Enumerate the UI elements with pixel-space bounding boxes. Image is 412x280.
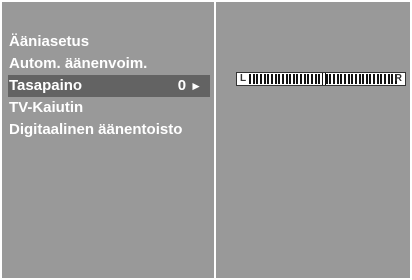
balance-tick — [380, 74, 383, 84]
balance-tick — [278, 74, 281, 84]
balance-tick — [285, 74, 288, 84]
balance-tick — [256, 74, 259, 84]
menu-list: Ääniasetus Autom. äänenvoim. Tasapaino 0… — [8, 31, 210, 141]
right-triangle-icon: ► — [190, 79, 202, 93]
menu-item-label: Tasapaino — [9, 77, 83, 94]
balance-tick — [362, 74, 365, 84]
balance-tick — [252, 74, 255, 84]
balance-tick — [318, 74, 321, 84]
balance-tick — [340, 74, 343, 84]
balance-tick — [332, 74, 335, 84]
balance-tick — [391, 74, 394, 84]
balance-tick — [270, 74, 273, 84]
balance-tick — [329, 74, 332, 84]
balance-tick — [296, 74, 299, 84]
balance-tick — [325, 74, 328, 84]
balance-tick — [292, 74, 295, 84]
balance-tick — [289, 74, 292, 84]
balance-tick — [336, 74, 339, 84]
balance-tick — [259, 74, 262, 84]
balance-tick — [387, 74, 390, 84]
balance-tick — [314, 74, 317, 84]
balance-tick — [303, 74, 306, 84]
balance-tick — [307, 74, 310, 84]
balance-tick — [373, 74, 376, 84]
panel-divider — [214, 2, 216, 278]
balance-tick — [347, 74, 350, 84]
balance-tick — [343, 74, 346, 84]
menu-item-label: TV-Kaiutin — [9, 99, 84, 116]
menu-item-tv-kaiutin[interactable]: TV-Kaiutin — [8, 97, 210, 119]
menu-item-label: Ääniasetus — [9, 33, 90, 50]
balance-tick — [376, 74, 379, 84]
balance-value: 0 — [177, 77, 187, 94]
menu-item-digitaalinen-aanentoisto[interactable]: Digitaalinen äänentoisto — [8, 119, 210, 141]
balance-left-label: L — [240, 73, 247, 84]
balance-tick — [249, 74, 251, 84]
balance-tick — [267, 74, 270, 84]
balance-tick — [384, 74, 387, 84]
osd-menu-panel: Ääniasetus Autom. äänenvoim. Tasapaino 0… — [0, 0, 412, 280]
menu-item-autom-aanenvoim[interactable]: Autom. äänenvoim. — [8, 53, 210, 75]
balance-tick — [369, 74, 372, 84]
balance-tick — [263, 74, 266, 84]
menu-item-tasapaino[interactable]: Tasapaino 0 ► — [8, 75, 210, 97]
balance-tick — [281, 74, 284, 84]
balance-tick — [358, 74, 361, 84]
balance-tick — [365, 74, 368, 84]
balance-tick — [274, 74, 277, 84]
menu-item-aaniasetus[interactable]: Ääniasetus — [8, 31, 210, 53]
balance-right-label: R — [394, 73, 402, 84]
balance-tick — [351, 74, 354, 84]
balance-tick — [354, 74, 357, 84]
balance-slider[interactable]: L R — [236, 72, 406, 86]
menu-item-label: Digitaalinen äänentoisto — [9, 121, 183, 138]
menu-item-label: Autom. äänenvoim. — [9, 55, 148, 72]
menu-item-value: 0 ► — [178, 75, 202, 97]
balance-tick — [300, 74, 303, 84]
balance-ticks — [249, 73, 397, 85]
balance-tick — [311, 74, 314, 84]
